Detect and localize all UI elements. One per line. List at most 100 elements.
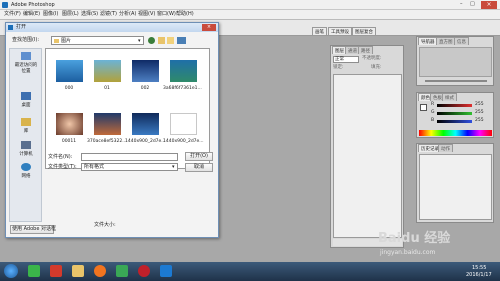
file-name[interactable]: 1440x900_2d7e... [125,139,166,144]
place-label: 最近访问的位置 [14,63,38,74]
file-name[interactable]: 3a68f6f7361e1... [163,86,202,91]
menu-item[interactable]: 选择(S) [81,12,98,17]
file-name[interactable]: 370ace8ef5322... [87,139,127,144]
computer-icon [21,141,31,149]
place-label: 库 [23,129,29,134]
file-name[interactable]: 00011 [51,139,87,144]
file-thumbnail[interactable] [56,113,83,135]
file-thumbnail[interactable] [56,60,83,82]
network-icon [21,163,31,171]
menu-item[interactable]: 文件(F) [4,12,21,17]
lookin-value: 图片 [61,38,72,44]
channel-value-r[interactable]: 255 [475,102,484,108]
menu-item[interactable]: 分析(A) [119,12,136,17]
file-thumbnail[interactable] [132,60,159,82]
channel-label-g: G [431,110,435,115]
color-spectrum[interactable] [419,130,492,136]
filetype-label: 文件类型(T): [48,164,77,170]
zoom-slider[interactable] [425,80,487,82]
fill-label: 填充: [371,65,382,70]
lock-label: 锁定: [333,65,344,70]
filetype-select[interactable]: 所有格式 ▾ [81,163,178,171]
place-label: 桌面 [21,103,31,108]
app-icon [2,2,8,8]
menu-item[interactable]: 滤镜(T) [100,12,117,17]
file-thumbnail[interactable] [94,113,121,135]
menu-item[interactable]: 视图(V) [138,12,155,17]
tab-brushes[interactable]: 画笔 [312,27,327,35]
layers-list [333,74,402,238]
tab-paths[interactable]: 路径 [358,46,373,54]
lookin-select[interactable]: 图片 ▾ [51,36,144,45]
channel-value-b[interactable]: 255 [475,118,484,124]
start-button[interactable] [4,264,18,278]
filename-field[interactable] [81,153,178,161]
place-computer[interactable]: 计算机 [13,141,39,157]
navigator-preview [419,47,492,77]
place-label: 网络 [21,174,31,179]
slider-b[interactable] [437,120,472,123]
place-label: 计算机 [19,152,33,157]
chevron-down-icon: ▾ [172,164,175,170]
file-name[interactable]: 000 [51,86,87,91]
channel-value-g[interactable]: 255 [475,110,484,116]
dialog-close-button[interactable]: × [202,24,216,31]
history-panel: 历史记录 动作 [416,143,494,223]
tab-layer-comps[interactable]: 图层复合 [352,27,376,35]
view-menu-icon[interactable] [177,37,186,44]
place-libraries[interactable]: 库 [13,118,39,134]
tab-histogram[interactable]: 直方图 [436,37,456,45]
browser-icon[interactable] [50,265,62,277]
tab-tool-presets[interactable]: 工具预设 [328,27,352,35]
firefox-icon[interactable] [94,265,106,277]
clock-date[interactable]: 2016/1/17 [466,273,492,278]
place-recent[interactable]: 最近访问的位置 [13,52,39,74]
file-name[interactable]: 01 [89,86,125,91]
folder-icon[interactable] [72,265,84,277]
menu-item[interactable]: 窗口(W) [157,12,176,17]
file-thumbnail[interactable] [170,113,197,135]
file-thumbnail[interactable] [170,60,197,82]
folder-icon [54,39,59,43]
media-player-icon[interactable] [116,265,128,277]
foreground-color-swatch[interactable] [420,104,427,111]
menu-item[interactable]: 图像(I) [43,12,58,17]
file-name[interactable]: 002 [127,86,163,91]
layers-panel: 图层 通道 路径 正常 不透明度: 锁定: 填充: [330,45,404,248]
photoshop-icon[interactable] [160,265,172,277]
up-folder-icon[interactable] [158,37,165,44]
tab-navigator[interactable]: 导航器 [418,37,438,45]
record-icon[interactable] [138,265,150,277]
tab-styles[interactable]: 样式 [442,93,457,101]
slider-g[interactable] [437,112,472,115]
photoshop-icon [8,25,13,30]
file-thumbnail[interactable] [132,113,159,135]
navigator-panel: 导航器 直方图 信息 [416,36,494,86]
place-network[interactable]: 网络 [13,163,39,179]
clock-time[interactable]: 15:55 [472,266,486,271]
close-button[interactable]: × [481,1,497,9]
maximize-button[interactable]: □ [470,2,475,7]
back-icon[interactable] [148,37,155,44]
tab-actions[interactable]: 动作 [438,144,453,152]
slider-r[interactable] [437,104,472,107]
new-folder-icon[interactable] [167,37,174,44]
cancel-button[interactable]: 取消 [185,163,213,172]
channel-label-b: B [431,118,435,123]
open-dialog: 打开 × 查找范围(I): 图片 ▾ 最近访问的位置 桌面 库 计算机 网络 0… [5,22,219,238]
place-desktop[interactable]: 桌面 [13,92,39,108]
file-name[interactable]: 1440x900_2d7e... [163,139,204,144]
open-button[interactable]: 打开(O) [185,152,213,161]
menu-item[interactable]: 编辑(E) [23,12,40,17]
menu-item[interactable]: 图层(L) [62,12,79,17]
channel-label-r: R [431,102,435,107]
tab-info[interactable]: 信息 [454,37,469,45]
blend-mode-select[interactable]: 正常 [333,56,359,63]
use-adobe-dialog-button[interactable]: 使用 Adobe 对话框 [10,225,56,234]
file-thumbnail[interactable] [94,60,121,82]
minimize-button[interactable]: – [460,2,463,7]
menu-item[interactable]: 帮助(H) [176,12,194,17]
qq-icon[interactable] [28,265,40,277]
filetype-value: 所有格式 [84,164,105,170]
filesize-label: 文件大小: [94,222,116,228]
